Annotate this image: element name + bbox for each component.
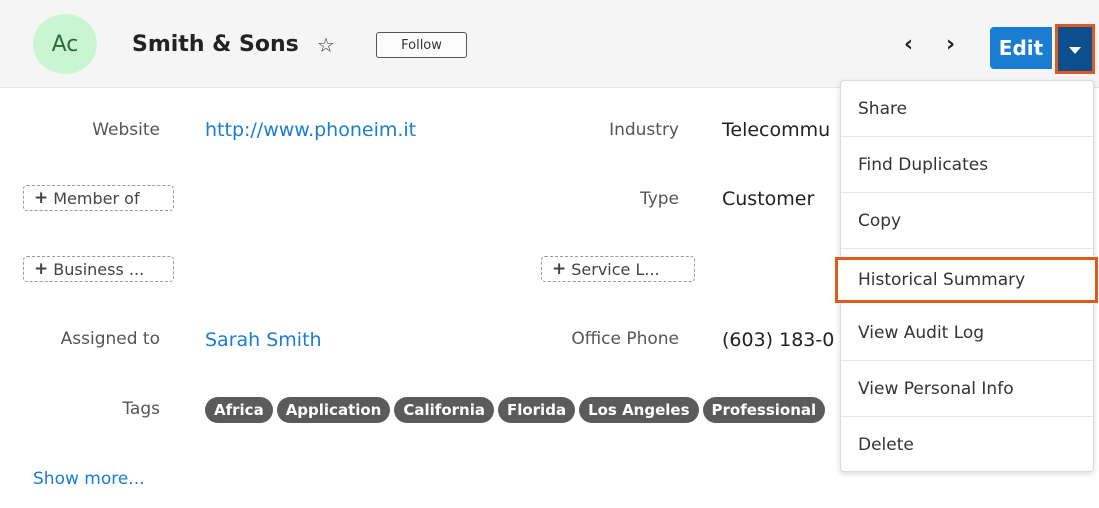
- actions-dropdown-button[interactable]: [1055, 24, 1095, 74]
- chevron-left-icon[interactable]: ‹: [904, 32, 913, 58]
- add-business-center-button[interactable]: + Business ...: [23, 256, 174, 282]
- member-of-label: Member of: [53, 188, 140, 208]
- follow-button[interactable]: Follow: [376, 32, 467, 58]
- plus-icon: +: [34, 259, 49, 279]
- menu-item-delete[interactable]: Delete: [841, 417, 1093, 473]
- plus-icon: +: [552, 259, 567, 279]
- menu-item-view-audit-log[interactable]: View Audit Log: [841, 305, 1093, 361]
- menu-item-share[interactable]: Share: [841, 81, 1093, 137]
- website-label: Website: [92, 120, 160, 140]
- assigned-user-link[interactable]: Sarah Smith: [205, 328, 322, 352]
- industry-value: Telecommu: [722, 119, 831, 141]
- business-label: Business ...: [53, 259, 145, 279]
- office-phone-label: Office Phone: [571, 329, 679, 349]
- star-icon[interactable]: ☆: [317, 33, 335, 57]
- show-more-link[interactable]: Show more...: [33, 468, 145, 490]
- service-label: Service L...: [571, 259, 660, 279]
- add-member-of-button[interactable]: + Member of: [23, 185, 174, 211]
- edit-button[interactable]: Edit: [990, 27, 1052, 69]
- assigned-to-label: Assigned to: [60, 329, 160, 349]
- tags-list: Africa Application California Florida Lo…: [205, 397, 826, 423]
- menu-item-view-personal-info[interactable]: View Personal Info: [841, 361, 1093, 417]
- caret-down-icon: [1069, 47, 1081, 54]
- menu-item-find-duplicates[interactable]: Find Duplicates: [841, 137, 1093, 193]
- menu-item-copy[interactable]: Copy: [841, 193, 1093, 249]
- record-title: Smith & Sons: [132, 32, 299, 57]
- type-label: Type: [639, 189, 679, 209]
- tag[interactable]: Application: [276, 397, 391, 423]
- menu-item-historical-summary[interactable]: Historical Summary: [835, 257, 1098, 303]
- plus-icon: +: [34, 188, 49, 208]
- tag[interactable]: Professional: [702, 397, 826, 423]
- add-service-level-button[interactable]: + Service L...: [541, 256, 695, 282]
- chevron-right-icon[interactable]: ›: [946, 32, 955, 58]
- website-link[interactable]: http://www.phoneim.it: [205, 118, 416, 142]
- tag[interactable]: California: [394, 397, 494, 423]
- tag[interactable]: Florida: [497, 397, 576, 423]
- type-value: Customer: [722, 188, 815, 210]
- avatar: Ac: [33, 14, 97, 74]
- office-phone-value[interactable]: (603) 183-0: [722, 328, 834, 352]
- record-header: Ac Smith & Sons ☆ Follow ‹ › Edit: [0, 0, 1099, 88]
- tags-label: Tags: [122, 399, 160, 419]
- actions-menu: Share Find Duplicates Copy Historical Su…: [835, 80, 1098, 473]
- tag[interactable]: Africa: [205, 397, 273, 423]
- industry-label: Industry: [609, 120, 679, 140]
- tag[interactable]: Los Angeles: [579, 397, 699, 423]
